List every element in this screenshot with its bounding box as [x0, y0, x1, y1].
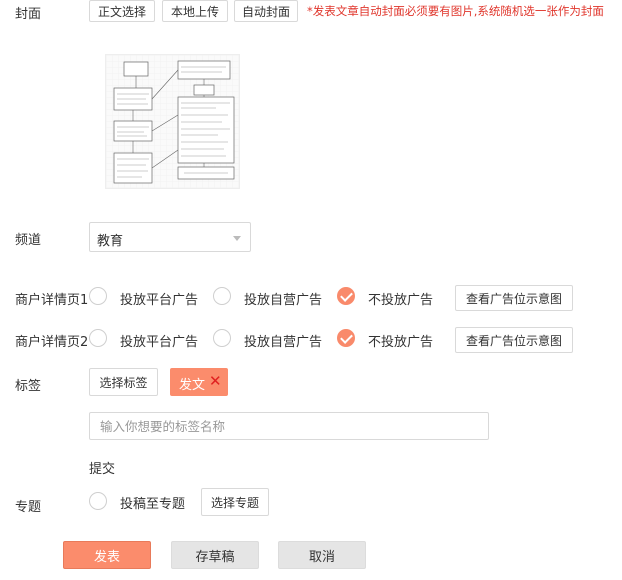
merchant-detail-2-label: 商户详情页2 [15, 335, 89, 350]
merchant-detail-1-label: 商户详情页1 [15, 293, 89, 308]
select-tags-button[interactable]: 选择标签 [89, 368, 158, 396]
merchant1-radio-platform-ads[interactable] [89, 287, 107, 305]
flowchart-thumbnail-image [106, 55, 239, 188]
tag-submit-link[interactable]: 提交 [89, 458, 115, 477]
cover-thumbnail[interactable] [105, 54, 240, 189]
publish-button[interactable]: 发表 [63, 541, 151, 569]
cancel-button[interactable]: 取消 [278, 541, 366, 569]
cover-hint: *发表文章自动封面必须要有图片,系统随机选一张作为封面 [307, 4, 604, 18]
merchant2-view-ad-diagram-button[interactable]: 查看广告位示意图 [455, 327, 573, 353]
merchant2-option-no-ads: 不投放广告 [368, 335, 434, 350]
body-select-button[interactable]: 正文选择 [89, 0, 155, 22]
merchant1-option-own-ads: 投放自营广告 [244, 293, 323, 308]
tag-chip[interactable]: 发文 ✕ [170, 368, 228, 396]
tags-label: 标签 [15, 379, 42, 394]
auto-cover-button[interactable]: 自动封面 [234, 0, 298, 22]
merchant2-option-own-ads: 投放自营广告 [244, 335, 323, 350]
merchant2-radio-no-ads[interactable] [337, 329, 355, 347]
checkmark-icon [340, 331, 353, 344]
tag-name-input[interactable] [90, 413, 488, 439]
merchant2-radio-own-ads[interactable] [213, 329, 231, 347]
topic-submit-option: 投稿至专题 [120, 497, 186, 512]
cover-label: 封面 [15, 7, 42, 22]
merchant1-radio-no-ads[interactable] [337, 287, 355, 305]
merchant2-option-platform-ads: 投放平台广告 [120, 335, 199, 350]
merchant1-view-ad-diagram-button[interactable]: 查看广告位示意图 [455, 285, 573, 311]
local-upload-button[interactable]: 本地上传 [162, 0, 228, 22]
channel-label: 频道 [15, 233, 42, 248]
merchant1-option-no-ads: 不投放广告 [368, 293, 434, 308]
chevron-down-icon [233, 236, 241, 241]
checkmark-icon [340, 289, 353, 302]
channel-select[interactable]: 教育 [89, 222, 251, 252]
save-draft-button[interactable]: 存草稿 [171, 541, 259, 569]
select-topic-button[interactable]: 选择专题 [201, 488, 269, 516]
merchant1-option-platform-ads: 投放平台广告 [120, 293, 199, 308]
tag-chip-label: 发文 [179, 378, 206, 393]
close-icon[interactable]: ✕ [209, 372, 222, 390]
topic-submit-radio[interactable] [89, 492, 107, 510]
channel-selected-value: 教育 [97, 234, 124, 249]
tag-name-input-wrapper[interactable] [89, 412, 489, 440]
topic-label: 专题 [15, 500, 42, 515]
merchant2-radio-platform-ads[interactable] [89, 329, 107, 347]
merchant1-radio-own-ads[interactable] [213, 287, 231, 305]
